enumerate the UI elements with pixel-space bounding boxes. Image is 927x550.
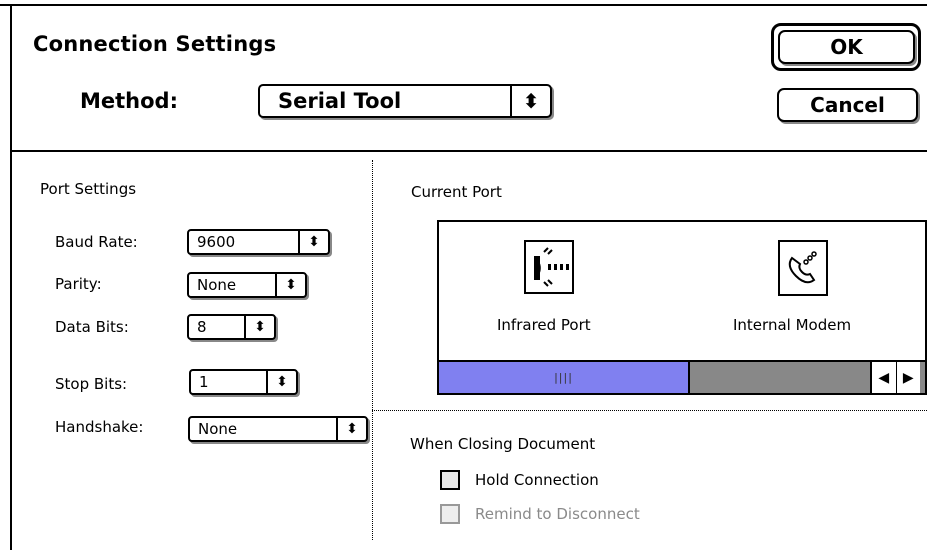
updown-arrows-icon: ⬍: [298, 231, 328, 253]
scroll-thumb[interactable]: ||||: [439, 362, 690, 393]
data-bits-label: Data Bits:: [55, 318, 129, 336]
updown-arrows-icon: ⬍: [336, 418, 366, 440]
remind-disconnect-label: Remind to Disconnect: [475, 505, 640, 523]
scroll-right-arrow-icon[interactable]: ▶: [897, 362, 921, 393]
updown-arrows-icon: ⬍: [275, 274, 305, 296]
scroll-arrow-buttons: ◀ ▶: [870, 362, 920, 393]
updown-arrows-icon: ⬍: [510, 86, 550, 116]
stop-bits-popup[interactable]: 1 ⬍: [189, 369, 298, 395]
infrared-port-icon: [524, 240, 574, 294]
baud-rate-label: Baud Rate:: [55, 233, 138, 251]
method-popup[interactable]: Serial Tool ⬍: [258, 84, 552, 118]
parity-popup[interactable]: None ⬍: [187, 272, 307, 298]
updown-arrows-icon: ⬍: [266, 371, 296, 393]
infrared-port-item[interactable]: [520, 240, 588, 308]
infrared-port-label: Infrared Port: [497, 316, 591, 334]
scroll-left-arrow-icon[interactable]: ◀: [872, 362, 897, 393]
baud-rate-popup[interactable]: 9600 ⬍: [187, 229, 330, 255]
parity-label: Parity:: [55, 275, 102, 293]
scroll-thumb-grip: ||||: [554, 371, 573, 384]
baud-rate-value: 9600: [197, 233, 236, 251]
modem-phone-icon: [778, 240, 828, 296]
method-label: Method:: [80, 89, 178, 113]
hold-connection-label: Hold Connection: [475, 471, 599, 489]
closing-heading: When Closing Document: [410, 435, 596, 453]
right-section-divider: [372, 410, 927, 411]
internal-modem-item[interactable]: [778, 240, 832, 302]
handshake-popup[interactable]: None ⬍: [188, 416, 368, 442]
handshake-label: Handshake:: [55, 418, 144, 436]
column-divider: [372, 160, 373, 540]
stop-bits-value: 1: [199, 373, 209, 391]
remind-disconnect-checkbox: [440, 504, 460, 524]
updown-arrows-icon: ⬍: [244, 316, 274, 338]
data-bits-value: 8: [197, 318, 207, 336]
hold-connection-checkbox[interactable]: [440, 470, 460, 490]
stop-bits-label: Stop Bits:: [55, 375, 128, 393]
dialog-title: Connection Settings: [33, 32, 277, 56]
current-port-heading: Current Port: [411, 183, 502, 201]
header-divider: [12, 150, 927, 152]
handshake-value: None: [198, 420, 238, 438]
window-top-border: [0, 0, 927, 6]
cancel-button[interactable]: Cancel: [777, 88, 918, 122]
internal-modem-label: Internal Modem: [733, 316, 852, 334]
method-value: Serial Tool: [278, 89, 402, 113]
window-left-border: [10, 6, 12, 550]
port-settings-heading: Port Settings: [40, 180, 137, 198]
ok-button[interactable]: OK: [778, 30, 915, 64]
parity-value: None: [197, 276, 237, 294]
data-bits-popup[interactable]: 8 ⬍: [187, 314, 276, 340]
